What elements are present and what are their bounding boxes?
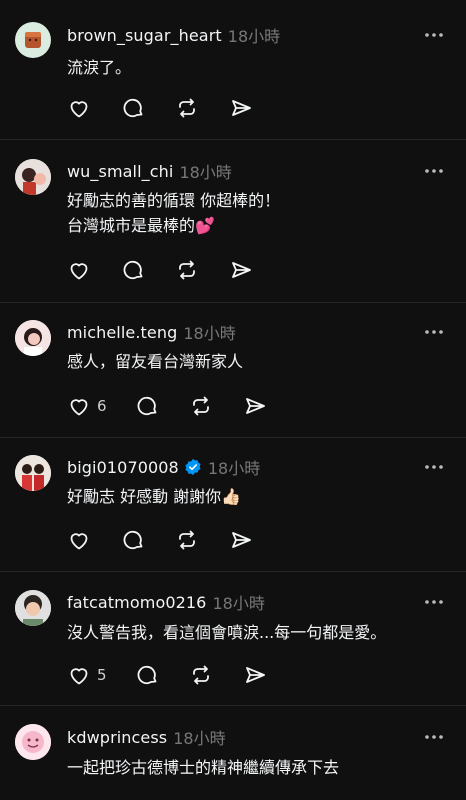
heart-icon <box>70 533 88 550</box>
comment-item: brown_sugar_heart 18小時 流淚了。 <box>0 0 466 140</box>
send-icon <box>245 667 265 683</box>
timestamp: 18小時 <box>207 459 261 478</box>
repost-icon <box>179 98 195 118</box>
reply-button[interactable] <box>121 96 145 120</box>
username[interactable]: fatcatmomo0216 <box>67 593 206 612</box>
comment-bubble-icon <box>137 396 156 416</box>
avatar[interactable] <box>15 724 51 760</box>
comment-item: bigi01070008 18小時 好勵志 好感動 謝謝你👍🏻 <box>0 438 466 572</box>
username[interactable]: bigi01070008 <box>67 458 179 477</box>
heart-icon <box>70 399 88 416</box>
comment-text: 一起把珍古德博士的精神繼續傳承下去 <box>67 758 340 777</box>
comment-text: 好勵志 好感動 謝謝你👍🏻 <box>67 487 242 506</box>
like-button[interactable] <box>67 96 91 120</box>
verified-badge-icon <box>185 458 201 476</box>
share-button[interactable] <box>229 528 253 552</box>
comment-actions: 6 <box>67 394 267 418</box>
comment-text: 感人，留友看台灣新家人 <box>67 352 244 371</box>
comment-bubble-icon <box>123 530 143 550</box>
like-button[interactable]: 6 <box>67 394 107 418</box>
avatar[interactable] <box>15 22 51 58</box>
timestamp: 18小時 <box>212 594 265 613</box>
like-button[interactable]: 5 <box>67 663 107 687</box>
heart-icon <box>70 668 88 685</box>
reply-button[interactable] <box>121 258 145 282</box>
comment-bubble-icon <box>123 98 143 118</box>
send-icon <box>232 100 251 116</box>
timestamp: 18小時 <box>183 324 236 343</box>
comment-text: 好勵志的善的循環 你超棒的！ 台灣城市是最棒的💕 <box>67 191 281 235</box>
repost-icon <box>179 530 195 550</box>
timestamp: 18小時 <box>179 163 232 182</box>
more-horizontal-icon[interactable] <box>424 592 444 612</box>
send-icon <box>245 398 265 414</box>
heart-icon <box>70 263 88 280</box>
comment-item: fatcatmomo0216 18小時 沒人警告我，看這個會噴淚...每一句都是… <box>0 572 466 706</box>
repost-button[interactable] <box>175 258 199 282</box>
avatar[interactable] <box>15 320 51 356</box>
like-count: 6 <box>97 397 107 415</box>
comment-item: wu_small_chi 18小時 好勵志的善的循環 你超棒的！ 台灣城市是最棒… <box>0 140 466 303</box>
more-horizontal-icon[interactable] <box>424 25 444 45</box>
more-horizontal-icon[interactable] <box>424 161 444 181</box>
like-button[interactable] <box>67 528 91 552</box>
reply-button[interactable] <box>121 528 145 552</box>
share-button[interactable] <box>243 394 267 418</box>
avatar[interactable] <box>15 590 51 626</box>
username[interactable]: kdwprincess <box>67 728 167 747</box>
repost-button[interactable] <box>189 394 213 418</box>
heart-icon <box>70 101 88 118</box>
comment-actions: 5 <box>67 663 267 687</box>
send-icon <box>232 532 251 548</box>
repost-button[interactable] <box>175 96 199 120</box>
share-button[interactable] <box>229 96 253 120</box>
comment-item: kdwprincess 18小時 一起把珍古德博士的精神繼續傳承下去 <box>0 706 466 800</box>
repost-icon <box>192 396 209 416</box>
username[interactable]: wu_small_chi <box>67 162 173 181</box>
send-icon <box>232 262 251 278</box>
more-horizontal-icon[interactable] <box>424 457 444 477</box>
like-count: 5 <box>97 666 107 684</box>
more-horizontal-icon[interactable] <box>424 322 444 342</box>
repost-icon <box>179 260 195 280</box>
username[interactable]: michelle.teng <box>67 323 177 342</box>
avatar[interactable] <box>15 159 51 195</box>
repost-button[interactable] <box>189 663 213 687</box>
comment-item: michelle.teng 18小時 感人，留友看台灣新家人 6 <box>0 303 466 437</box>
avatar[interactable] <box>15 455 51 491</box>
share-button[interactable] <box>229 258 253 282</box>
more-horizontal-icon[interactable] <box>424 727 444 747</box>
reply-button[interactable] <box>135 663 159 687</box>
comment-actions <box>67 96 253 120</box>
comment-text: 流淚了。 <box>67 58 132 77</box>
like-button[interactable] <box>67 258 91 282</box>
repost-icon <box>192 665 209 685</box>
reply-button[interactable] <box>135 394 159 418</box>
comment-bubble-icon <box>123 260 143 280</box>
comment-bubble-icon <box>137 665 156 685</box>
comment-text: 沒人警告我，看這個會噴淚...每一句都是愛。 <box>67 623 387 642</box>
comment-actions <box>67 528 253 552</box>
share-button[interactable] <box>243 663 267 687</box>
comment-actions <box>67 258 253 282</box>
timestamp: 18小時 <box>227 27 281 46</box>
repost-button[interactable] <box>175 528 199 552</box>
username[interactable]: brown_sugar_heart <box>67 26 222 45</box>
timestamp: 18小時 <box>173 729 226 748</box>
comment-feed: brown_sugar_heart 18小時 流淚了。 wu_small_chi… <box>0 0 466 800</box>
